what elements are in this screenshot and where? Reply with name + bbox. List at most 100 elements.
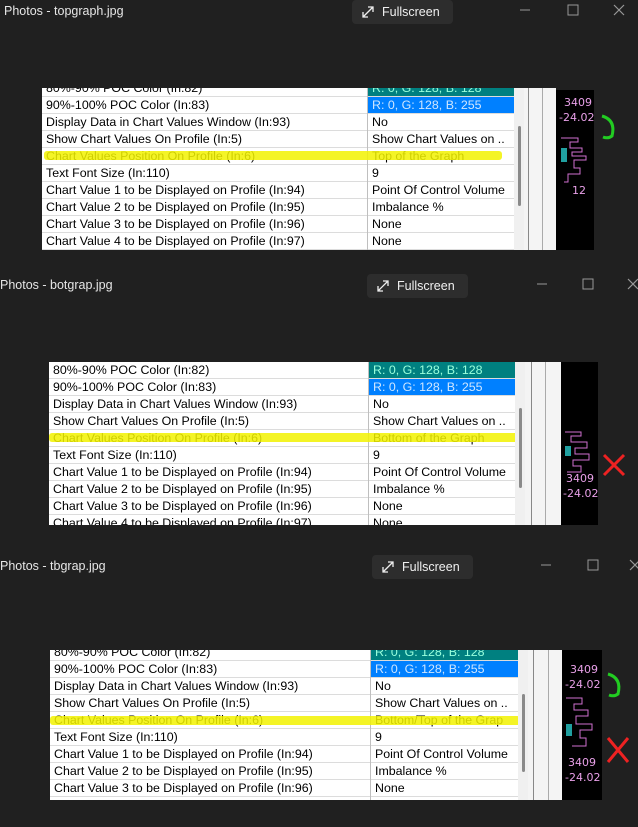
property-value[interactable]: R: 0, G: 128, B: 255 — [369, 379, 515, 395]
property-label: Display Data in Chart Values Window (In:… — [54, 679, 299, 693]
scrollbar-thumb[interactable] — [518, 126, 521, 206]
minimize-icon[interactable] — [518, 3, 532, 17]
chart-thumbnail: 3409 -24.02 12 — [556, 90, 594, 250]
property-row[interactable]: Show Chart Values On Profile (In:5) Show … — [49, 413, 515, 430]
scrollbar[interactable] — [515, 362, 525, 525]
property-row[interactable]: Display Data in Chart Values Window (In:… — [50, 678, 518, 695]
scrollbar-thumb[interactable] — [519, 408, 522, 488]
minimize-icon[interactable] — [539, 558, 553, 572]
property-row[interactable]: Chart Value 2 to be Displayed on Profile… — [42, 199, 514, 216]
close-icon[interactable] — [626, 277, 638, 291]
photos-window-botgrap: Photos - botgrap.jpg Fullscreen 80%-90% … — [0, 269, 638, 547]
property-value[interactable]: Point Of Control Volume — [368, 182, 514, 198]
scrollbar-thumb[interactable] — [522, 694, 525, 772]
property-row[interactable]: Text Font Size (In:110) 9 — [42, 165, 514, 182]
property-row[interactable]: Chart Value 3 to be Displayed on Profile… — [50, 780, 518, 797]
property-label: Chart Value 1 to be Displayed on Profile… — [54, 747, 313, 761]
window-title: Photos - topgraph.jpg — [4, 4, 124, 18]
property-row[interactable]: 90%-100% POC Color (In:83) R: 0, G: 128, … — [49, 379, 515, 396]
maximize-icon[interactable] — [566, 3, 580, 17]
property-value[interactable]: None — [371, 780, 518, 796]
property-row[interactable]: Chart Value 1 to be Displayed on Profile… — [42, 182, 514, 199]
property-row[interactable]: Display Data in Chart Values Window (In:… — [42, 114, 514, 131]
property-value[interactable]: None — [369, 498, 515, 514]
property-row[interactable]: 90%-100% POC Color (In:83) R: 0, G: 128, … — [50, 661, 518, 678]
property-value[interactable]: Show Chart Values on .. — [371, 695, 518, 711]
property-value[interactable]: R: 0, G: 128, B: 128 — [368, 88, 514, 96]
chart-thumbnail: 3409 -24.02 3409 -24.02 — [562, 650, 602, 800]
property-row[interactable]: Chart Value 4 to be Displayed on Profile… — [49, 515, 515, 525]
property-row[interactable]: Show Chart Values On Profile (In:5) Show … — [42, 131, 514, 148]
property-row[interactable]: Chart Value 3 to be Displayed on Profile… — [42, 216, 514, 233]
fullscreen-icon — [377, 280, 389, 292]
chart-value-label: -24.02 — [565, 771, 601, 784]
property-row[interactable]: 80%-90% POC Color (In:82) R: 0, G: 128, B… — [49, 362, 515, 379]
property-value[interactable]: No — [371, 678, 518, 694]
fullscreen-button[interactable]: Fullscreen — [352, 0, 453, 24]
property-row[interactable]: 80%-90% POC Color (In:82) R: 0, G: 128, B… — [50, 650, 518, 661]
property-row[interactable]: 90%-100% POC Color (In:83) R: 0, G: 128, … — [42, 97, 514, 114]
scrollbar[interactable] — [514, 88, 524, 250]
property-label: 80%-90% POC Color (In:82) — [53, 363, 210, 377]
window-title: Photos - botgrap.jpg — [0, 278, 113, 292]
property-value[interactable]: R: 0, G: 128, B: 128 — [371, 650, 518, 660]
property-value[interactable]: R: 0, G: 128, B: 255 — [368, 97, 514, 113]
property-row[interactable]: Text Font Size (In:110) 9 — [49, 447, 515, 464]
maximize-icon[interactable] — [581, 277, 595, 291]
property-label: Chart Value 1 to be Displayed on Profile… — [53, 465, 312, 479]
property-value[interactable]: R: 0, G: 128, B: 255 — [371, 661, 518, 677]
property-row[interactable]: Show Chart Values On Profile (In:5) Show … — [50, 695, 518, 712]
minimize-icon[interactable] — [535, 277, 549, 291]
property-row[interactable]: Chart Value 4 to be Displayed on Profile… — [42, 233, 514, 250]
property-value[interactable]: None — [369, 515, 515, 525]
property-label: 90%-100% POC Color (In:83) — [54, 662, 218, 676]
property-row[interactable]: Text Font Size (In:110) 9 — [50, 729, 518, 746]
close-icon[interactable] — [628, 558, 638, 572]
property-value[interactable]: None — [368, 216, 514, 232]
property-value[interactable]: No — [368, 114, 514, 130]
property-row[interactable]: Chart Value 2 to be Displayed on Profile… — [49, 481, 515, 498]
property-label: Chart Value 3 to be Displayed on Profile… — [46, 217, 305, 231]
property-label: Text Font Size (In:110) — [46, 166, 170, 180]
chart-price-label: 3409 — [566, 472, 594, 485]
photos-window-topgraph: Photos - topgraph.jpg Fullscreen 80%-90%… — [0, 0, 638, 266]
property-value[interactable]: Point Of Control Volume — [371, 746, 518, 762]
property-value[interactable]: Imbalance % — [369, 481, 515, 497]
property-label: Show Chart Values On Profile (In:5) — [53, 414, 250, 428]
property-value[interactable]: Show Chart Values on .. — [368, 131, 514, 147]
maximize-icon[interactable] — [586, 558, 600, 572]
fullscreen-label: Fullscreen — [397, 279, 455, 293]
property-row[interactable]: 80%-90% POC Color (In:82) R: 0, G: 128, B… — [42, 88, 514, 97]
property-label: 90%-100% POC Color (In:83) — [53, 380, 217, 394]
property-value[interactable]: Imbalance % — [368, 199, 514, 215]
property-value[interactable]: 9 — [368, 165, 514, 181]
scrollbar[interactable] — [518, 650, 528, 800]
property-value[interactable]: No — [369, 396, 515, 412]
property-value[interactable]: 9 — [371, 729, 518, 745]
property-label: Display Data in Chart Values Window (In:… — [46, 115, 291, 129]
property-value[interactable]: Show Chart Values on .. — [369, 413, 515, 429]
property-label: Show Chart Values On Profile (In:5) — [46, 132, 243, 146]
property-value[interactable]: 9 — [369, 447, 515, 463]
property-row[interactable]: Chart Value 3 to be Displayed on Profile… — [49, 498, 515, 515]
highlight-stroke — [44, 151, 502, 160]
property-value[interactable]: None — [368, 233, 514, 249]
profile-bars-icon — [565, 431, 590, 473]
property-label: Chart Value 4 to be Displayed on Profile… — [46, 234, 305, 248]
fullscreen-button[interactable]: Fullscreen — [372, 555, 473, 579]
property-value[interactable]: R: 0, G: 128, B: 128 — [369, 362, 515, 378]
side-panel — [528, 650, 562, 800]
property-value[interactable]: Imbalance % — [371, 763, 518, 779]
property-row[interactable]: Chart Value 1 to be Displayed on Profile… — [49, 464, 515, 481]
property-label: Chart Value 2 to be Displayed on Profile… — [54, 764, 313, 778]
side-panel — [525, 362, 561, 525]
property-row[interactable]: Chart Value 1 to be Displayed on Profile… — [50, 746, 518, 763]
fullscreen-button[interactable]: Fullscreen — [367, 274, 468, 298]
property-value[interactable]: Point Of Control Volume — [369, 464, 515, 480]
chart-value-label: -24.02 — [563, 487, 598, 500]
property-row[interactable]: Display Data in Chart Values Window (In:… — [49, 396, 515, 413]
properties-grid: 80%-90% POC Color (In:82) R: 0, G: 128, B… — [50, 650, 518, 800]
property-row[interactable]: Chart Value 2 to be Displayed on Profile… — [50, 763, 518, 780]
property-label: 80%-90% POC Color (In:82) — [46, 88, 203, 95]
close-icon[interactable] — [612, 3, 626, 17]
